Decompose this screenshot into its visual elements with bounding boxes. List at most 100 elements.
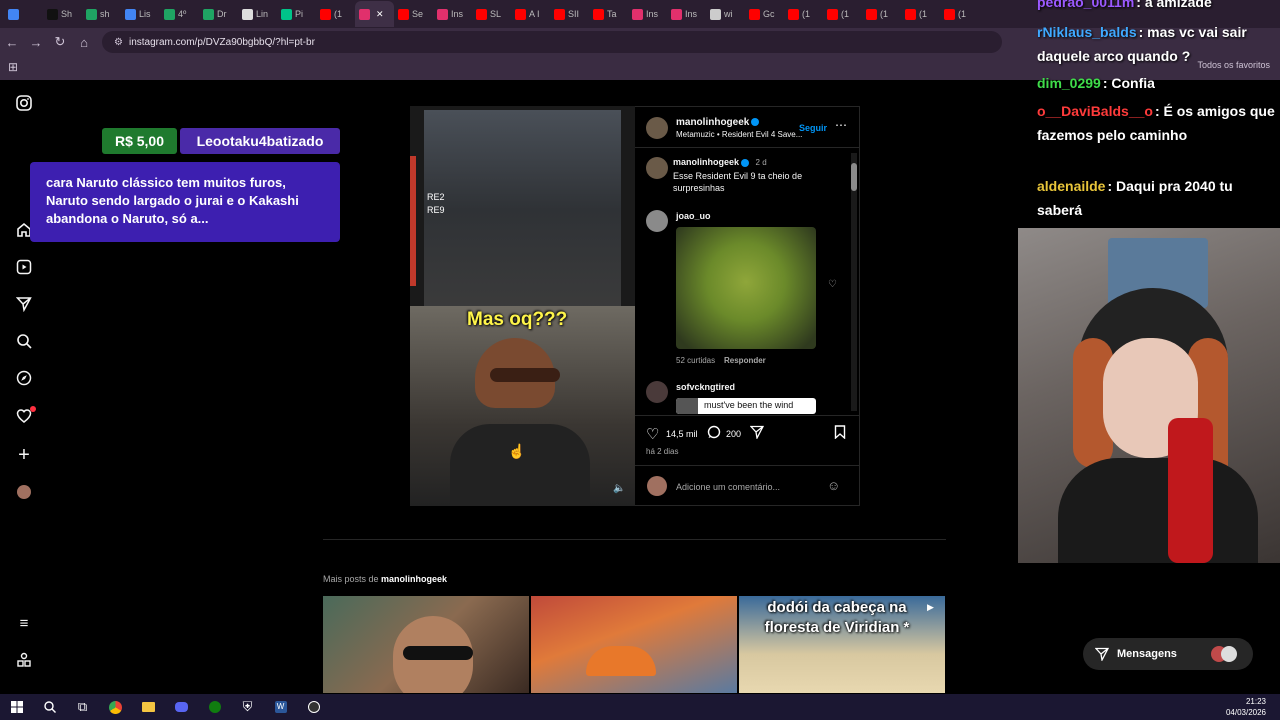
profile-avatar[interactable] <box>17 485 31 499</box>
emoji-icon[interactable]: ☺ <box>827 478 840 493</box>
search-icon[interactable] <box>33 694 66 720</box>
search-nav-icon[interactable] <box>14 333 34 353</box>
url-field[interactable]: ⚙ instagram.com/p/DVZa90bgbbQ/?hl=pt-br <box>102 31 1002 53</box>
likes-count[interactable]: 14,5 mil <box>666 429 698 439</box>
add-comment-input[interactable]: Adicione um comentário... <box>676 482 780 492</box>
browser-tab[interactable]: Se <box>394 1 433 27</box>
home-icon[interactable]: ⌂ <box>72 35 96 50</box>
windows-start-icon[interactable] <box>0 694 33 720</box>
comment-username[interactable]: joao_uo <box>676 211 711 221</box>
caption-age: 2 d <box>755 158 767 167</box>
follow-button[interactable]: Seguir <box>799 123 827 133</box>
comment-likes[interactable]: 52 curtidas <box>676 356 715 365</box>
browser-tab[interactable]: Ins <box>667 1 706 27</box>
browser-tab[interactable]: wi <box>706 1 745 27</box>
windows-taskbar: ⧉ ⛨ W 21:23 04/03/2026 <box>0 694 1280 720</box>
tab-title: Ins <box>685 9 698 19</box>
chrome-icon[interactable] <box>99 694 132 720</box>
caption-text: Esse Resident Evil 9 ta cheio de surpres… <box>673 171 803 193</box>
browser-tab[interactable]: Dr <box>199 1 238 27</box>
instagram-logo-icon[interactable] <box>14 95 34 115</box>
browser-tab[interactable]: Ins <box>433 1 472 27</box>
messages-label: Mensagens <box>1117 648 1177 660</box>
browser-tab[interactable]: Lis <box>121 1 160 27</box>
send-icon <box>1095 647 1109 661</box>
browser-tab[interactable]: Ta <box>589 1 628 27</box>
mute-icon[interactable]: 🔈 <box>613 483 625 494</box>
tab-title: (1 <box>880 9 889 19</box>
like-comment-heart-icon[interactable]: ♡ <box>828 279 837 290</box>
discord-icon[interactable] <box>165 694 198 720</box>
chat-message: pedrao_0011m: a amizade <box>1037 0 1280 14</box>
browser-tab[interactable]: (1 <box>316 1 355 27</box>
like-heart-icon[interactable]: ♡ <box>646 425 659 443</box>
browser-tab[interactable]: A I <box>511 1 550 27</box>
file-explorer-icon[interactable] <box>132 694 165 720</box>
reload-icon[interactable]: ↻ <box>48 34 72 50</box>
post-thumbnail[interactable] <box>323 596 529 693</box>
author-username[interactable]: manolinhogeek <box>676 117 760 128</box>
xbox-icon[interactable] <box>198 694 231 720</box>
caption-avatar[interactable] <box>646 157 668 179</box>
reply-button[interactable]: Responder <box>724 356 766 365</box>
browser-tab[interactable]: Lin <box>238 1 277 27</box>
browser-tab[interactable]: Sh <box>43 1 82 27</box>
obs-icon[interactable] <box>297 694 330 720</box>
browser-tab[interactable]: (1 <box>862 1 901 27</box>
comments-scrollbar[interactable] <box>851 153 857 411</box>
threads-apps-icon[interactable] <box>14 652 34 672</box>
create-plus-icon[interactable]: + <box>14 445 34 465</box>
browser-tab[interactable]: ✕ <box>355 1 394 27</box>
scrollbar-thumb[interactable] <box>851 163 857 191</box>
tab-close-icon[interactable]: ✕ <box>376 9 384 20</box>
post-thumbnail[interactable]: dodói da cabeça na floresta de Viridian … <box>739 596 945 693</box>
explore-nav-icon[interactable] <box>14 370 34 390</box>
tab-title: Sh <box>61 9 73 19</box>
apps-grid-icon[interactable]: ⊞ <box>8 60 18 74</box>
caption-username[interactable]: manolinhogeek <box>673 157 739 167</box>
back-icon[interactable]: ← <box>0 35 24 50</box>
comment-username[interactable]: sofvckngtired <box>676 382 735 392</box>
browser-tab[interactable]: SII <box>550 1 589 27</box>
browser-tab[interactable]: (1 <box>823 1 862 27</box>
save-bookmark-icon[interactable] <box>834 425 846 444</box>
system-clock[interactable]: 21:23 04/03/2026 <box>1226 696 1266 718</box>
notification-dot <box>30 406 36 412</box>
comments-count[interactable]: 200 <box>726 429 741 439</box>
word-icon[interactable]: W <box>264 694 297 720</box>
messages-button[interactable]: Mensagens <box>1083 638 1253 670</box>
browser-tab[interactable] <box>4 1 43 27</box>
post-audio-subtitle[interactable]: Metamuzic • Resident Evil 4 Save... <box>676 130 806 139</box>
tab-favicon-icon <box>749 8 760 20</box>
site-info-icon[interactable]: ⚙ <box>114 37 123 48</box>
post-thumbnail[interactable] <box>531 596 737 693</box>
clock-date: 04/03/2026 <box>1225 708 1266 717</box>
comment-bubble-icon[interactable] <box>707 425 721 444</box>
browser-tab[interactable]: (1 <box>901 1 940 27</box>
browser-tab[interactable]: Pi <box>277 1 316 27</box>
tab-favicon-icon <box>164 8 175 20</box>
more-options-icon[interactable]: ⋯ <box>835 118 847 132</box>
more-posts-username[interactable]: manolinhogeek <box>381 574 447 584</box>
direct-send-nav-icon[interactable] <box>14 296 34 316</box>
browser-tab[interactable]: Ins <box>628 1 667 27</box>
author-avatar[interactable] <box>646 117 668 139</box>
notifications-heart-icon[interactable] <box>14 406 36 428</box>
media-red-edge <box>410 156 416 286</box>
commenter-avatar[interactable] <box>646 210 668 232</box>
browser-tab[interactable]: SL <box>472 1 511 27</box>
shield-app-icon[interactable]: ⛨ <box>231 694 264 720</box>
tab-title: A I <box>529 9 540 19</box>
browser-tab[interactable]: (1 <box>784 1 823 27</box>
browser-tab[interactable]: 4º <box>160 1 199 27</box>
browser-tab[interactable]: (1 <box>940 1 979 27</box>
forward-icon[interactable]: → <box>24 35 48 50</box>
share-icon[interactable] <box>749 425 765 444</box>
reels-nav-icon[interactable] <box>14 259 34 279</box>
commenter-avatar[interactable] <box>646 381 668 403</box>
task-view-icon[interactable]: ⧉ <box>66 694 99 720</box>
browser-tab[interactable]: sh <box>82 1 121 27</box>
menu-hamburger-icon[interactable]: ≡ <box>14 614 34 634</box>
browser-tab[interactable]: Gc <box>745 1 784 27</box>
tab-title: Lis <box>139 9 151 19</box>
